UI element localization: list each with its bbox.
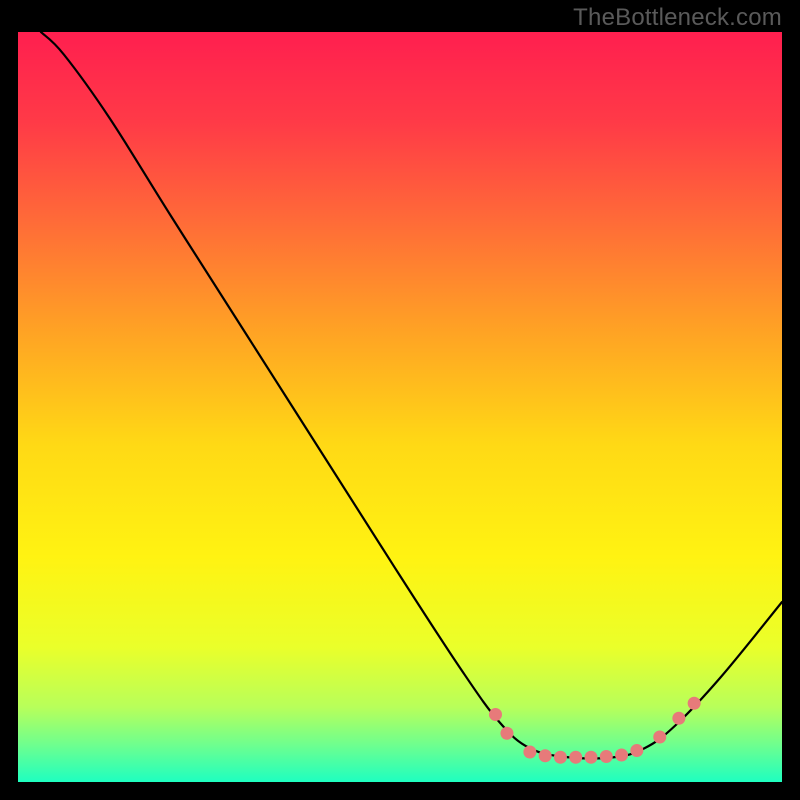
highlight-point [630, 744, 643, 757]
gradient-background [18, 32, 782, 782]
highlight-point [653, 731, 666, 744]
highlight-point [672, 712, 685, 725]
highlight-point [688, 697, 701, 710]
highlight-point [489, 708, 502, 721]
highlight-point [500, 727, 513, 740]
watermark-text: TheBottleneck.com [573, 4, 782, 32]
chart-frame: TheBottleneck.com [0, 0, 800, 800]
highlight-point [554, 751, 567, 764]
highlight-point [615, 749, 628, 762]
highlight-point [585, 751, 598, 764]
highlight-point [600, 750, 613, 763]
chart-svg [18, 32, 782, 782]
chart-plot-area [18, 32, 782, 782]
highlight-point [523, 746, 536, 759]
highlight-point [539, 749, 552, 762]
highlight-point [569, 751, 582, 764]
